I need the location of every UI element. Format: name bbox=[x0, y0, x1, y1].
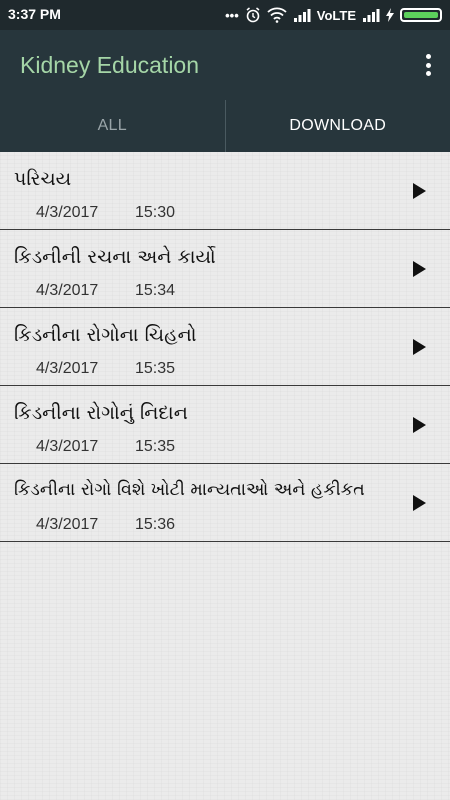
overflow-menu-icon[interactable] bbox=[420, 50, 436, 80]
wifi-icon bbox=[267, 7, 287, 23]
tab-bar: ALL DOWNLOAD bbox=[0, 100, 450, 152]
more-dots-icon: ••• bbox=[225, 7, 239, 23]
alarm-icon bbox=[246, 7, 260, 23]
list-item-title: કિડનીના રોગો વિશે ખોટી માન્યતાઓ અને હકીક… bbox=[14, 480, 365, 500]
play-icon[interactable] bbox=[413, 339, 426, 355]
list-item[interactable]: કિડનીની રચના અને કાર્યો 4/3/2017 15:34 bbox=[0, 230, 450, 308]
list-item-time: 15:34 bbox=[135, 282, 176, 299]
tab-download[interactable]: DOWNLOAD bbox=[225, 100, 450, 152]
list-item-date: 4/3/2017 bbox=[36, 360, 99, 377]
play-icon[interactable] bbox=[413, 495, 426, 511]
list-item-time: 15:30 bbox=[135, 204, 176, 221]
list-item-title: કિડનીના રોગોના ચિહનો bbox=[14, 324, 197, 346]
list-item-date: 4/3/2017 bbox=[36, 438, 99, 455]
battery-icon bbox=[400, 8, 442, 22]
list-item-time: 15:36 bbox=[135, 516, 176, 533]
list-item-date: 4/3/2017 bbox=[36, 282, 99, 299]
volte-label: VoLTE bbox=[316, 7, 356, 23]
list-item-date: 4/3/2017 bbox=[36, 516, 99, 533]
list-item[interactable]: કિડનીના રોગોના ચિહનો 4/3/2017 15:35 bbox=[0, 308, 450, 386]
list-item-time: 15:35 bbox=[135, 438, 176, 455]
list-item-date: 4/3/2017 bbox=[36, 204, 99, 221]
app-bar: Kidney Education bbox=[0, 30, 450, 100]
play-icon[interactable] bbox=[413, 183, 426, 199]
list-item[interactable]: કિડનીના રોગો વિશે ખોટી માન્યતાઓ અને હકીક… bbox=[0, 464, 450, 542]
list-item-time: 15:35 bbox=[135, 360, 176, 377]
list-item[interactable]: પરિચય 4/3/2017 15:30 bbox=[0, 152, 450, 230]
status-indicators: ••• VoLTE bbox=[225, 5, 442, 25]
tab-all[interactable]: ALL bbox=[0, 100, 226, 152]
status-time: 3:37 PM bbox=[8, 6, 61, 22]
signal-icon bbox=[293, 9, 311, 22]
app-title: Kidney Education bbox=[20, 52, 200, 78]
charging-icon bbox=[386, 8, 394, 22]
list-item-title: કિડનીના રોગોનું નિદાન bbox=[14, 402, 188, 424]
play-icon[interactable] bbox=[413, 417, 426, 433]
download-list: પરિચય 4/3/2017 15:30 કિડનીની રચના અને કા… bbox=[0, 152, 450, 800]
signal-icon bbox=[363, 9, 380, 22]
list-item[interactable]: કિડનીના રોગોનું નિદાન 4/3/2017 15:35 bbox=[0, 386, 450, 464]
play-icon[interactable] bbox=[413, 261, 426, 277]
list-item-title: કિડનીની રચના અને કાર્યો bbox=[14, 246, 216, 268]
list-item-title: પરિચય bbox=[14, 168, 72, 190]
status-bar: 3:37 PM ••• VoLTE bbox=[0, 0, 450, 30]
